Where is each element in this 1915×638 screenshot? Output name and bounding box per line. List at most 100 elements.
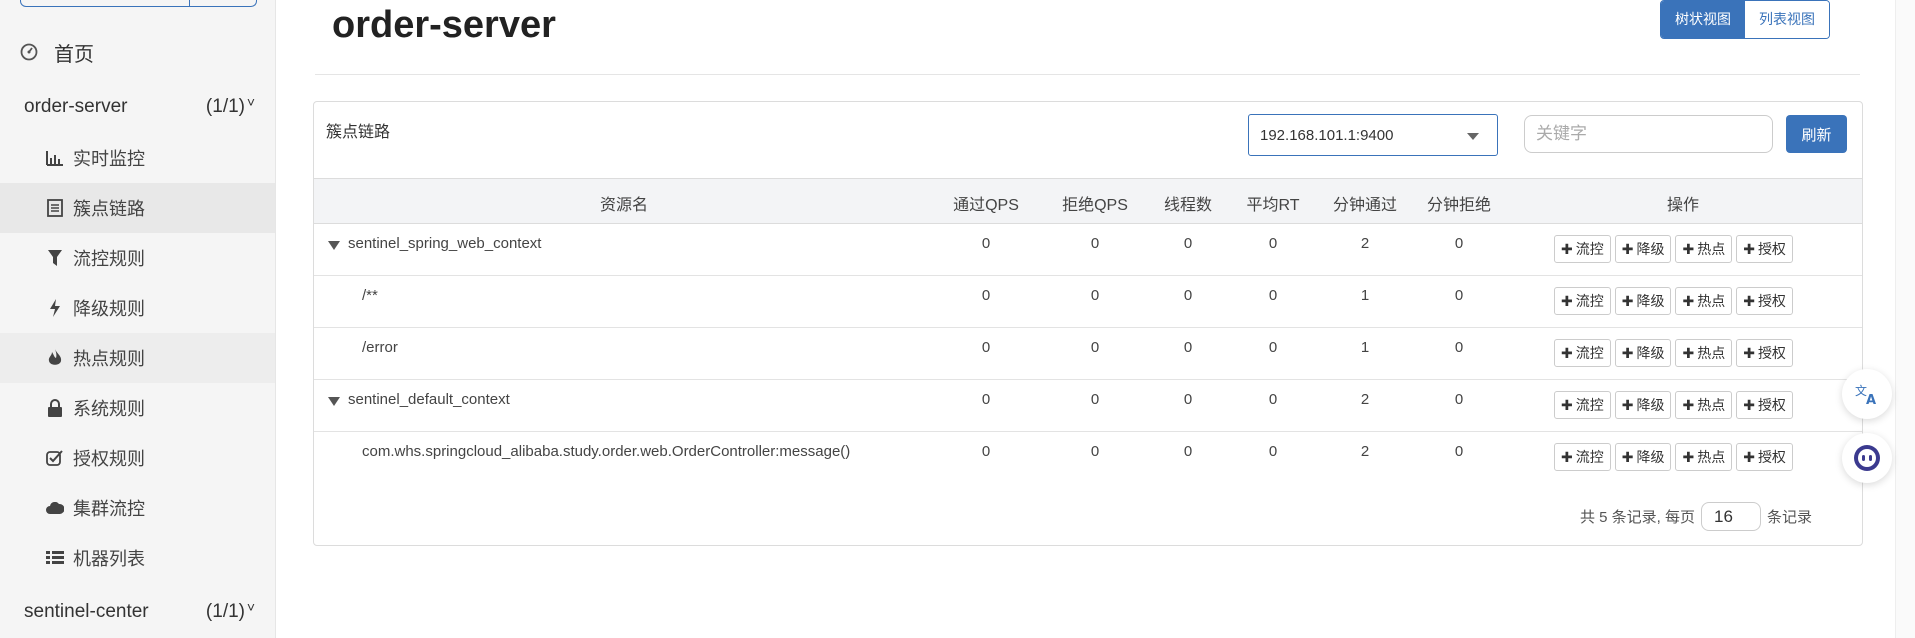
- block-qps: 0: [1090, 235, 1100, 252]
- flow-button[interactable]: ✚ 流控: [1554, 443, 1611, 471]
- hot-button[interactable]: ✚ 热点: [1675, 391, 1733, 419]
- th-list-icon: [46, 549, 64, 567]
- auth-button[interactable]: ✚ 授权: [1736, 235, 1793, 263]
- hot-button[interactable]: ✚ 热点: [1675, 339, 1733, 367]
- pass-qps: 0: [981, 339, 991, 356]
- resource-name: com.whs.springcloud_alibaba.study.order.…: [362, 443, 851, 460]
- plus-icon: ✚: [1682, 396, 1695, 413]
- chevron-down-icon: ˅: [246, 94, 255, 110]
- app-order-server[interactable]: order-server (1/1) ˅: [0, 89, 275, 125]
- flow-button[interactable]: ✚ 流控: [1554, 339, 1611, 367]
- menu-system-rules[interactable]: 系统规则: [0, 383, 275, 433]
- panel-title: 簇点链路: [326, 124, 391, 141]
- min-pass: 1: [1360, 339, 1370, 356]
- auth-label: 授权: [1757, 345, 1786, 361]
- degrade-label: 降级: [1636, 241, 1665, 257]
- flow-button[interactable]: ✚ 流控: [1554, 391, 1611, 419]
- sidebar: 首页 order-server (1/1) ˅ 实时监控 簇点链路 流控规则 降…: [0, 0, 276, 638]
- auth-button[interactable]: ✚ 授权: [1736, 339, 1793, 367]
- flow-label: 流控: [1575, 397, 1604, 413]
- list-view-button[interactable]: 列表视图: [1745, 1, 1829, 38]
- table-header: 资源名 通过QPS 拒绝QPS 线程数 平均RT 分钟通过 分钟拒绝 操作: [314, 178, 1862, 224]
- menu-cluster-flow[interactable]: 集群流控: [0, 483, 275, 533]
- flow-button[interactable]: ✚ 流控: [1554, 235, 1611, 263]
- hot-label: 热点: [1697, 449, 1726, 465]
- degrade-button[interactable]: ✚ 降级: [1614, 235, 1672, 263]
- cloud-icon: [46, 499, 64, 517]
- collapse-arrow-icon[interactable]: [328, 397, 340, 406]
- avg-rt: 0: [1268, 287, 1278, 304]
- min-block: 0: [1454, 339, 1464, 356]
- min-block: 0: [1454, 235, 1464, 252]
- plus-icon: ✚: [1743, 448, 1755, 465]
- plus-icon: ✚: [1682, 344, 1695, 361]
- resource-name: sentinel_default_context: [348, 391, 510, 408]
- table-row: /error 0 0 0 0 1 0 ✚ 流控 ✚ 降级 ✚ 热点 ✚ 授权: [314, 327, 1862, 380]
- col-min-block: 分钟拒绝: [1426, 197, 1492, 214]
- auth-button[interactable]: ✚ 授权: [1736, 443, 1793, 471]
- degrade-button[interactable]: ✚ 降级: [1614, 287, 1672, 315]
- avg-rt: 0: [1268, 391, 1278, 408]
- machine-select[interactable]: 192.168.101.1:9400: [1248, 114, 1498, 156]
- search-divider: [189, 0, 190, 6]
- menu-realtime-monitor[interactable]: 实时监控: [0, 133, 275, 183]
- app-count: (1/1): [205, 96, 245, 117]
- menu-machine-list[interactable]: 机器列表: [0, 533, 275, 583]
- hot-label: 热点: [1697, 345, 1726, 361]
- translate-icon[interactable]: 文A: [1842, 369, 1892, 419]
- plus-icon: ✚: [1621, 448, 1634, 465]
- menu-flow-rules[interactable]: 流控规则: [0, 233, 275, 283]
- threads: 0: [1183, 391, 1193, 408]
- menu-auth-rules[interactable]: 授权规则: [0, 433, 275, 483]
- table-row: sentinel_spring_web_context 0 0 0 0 2 0 …: [314, 223, 1862, 276]
- menu-label: 热点规则: [73, 349, 145, 369]
- nav-home[interactable]: 首页: [0, 36, 275, 68]
- menu-label: 系统规则: [73, 399, 145, 419]
- svg-text:A: A: [1866, 393, 1876, 406]
- chevron-down-icon: ˅: [246, 599, 255, 615]
- refresh-button[interactable]: 刷新: [1786, 115, 1847, 153]
- dashboard-icon: [20, 43, 38, 61]
- auth-button[interactable]: ✚ 授权: [1736, 287, 1793, 315]
- auth-button[interactable]: ✚ 授权: [1736, 391, 1793, 419]
- degrade-button[interactable]: ✚ 降级: [1614, 391, 1672, 419]
- col-min-pass: 分钟通过: [1332, 197, 1398, 214]
- check-icon: [46, 449, 64, 467]
- plus-icon: ✚: [1561, 292, 1573, 309]
- hot-button[interactable]: ✚ 热点: [1675, 235, 1733, 263]
- pager-suffix: 条记录: [1767, 509, 1813, 526]
- lock-icon: [46, 399, 64, 417]
- hot-button[interactable]: ✚ 热点: [1675, 287, 1733, 315]
- menu-label: 实时监控: [73, 149, 145, 169]
- scrollbar-track[interactable]: [1895, 0, 1915, 638]
- app-sentinel-center[interactable]: sentinel-center (1/1) ˅: [0, 594, 275, 630]
- page-size-input[interactable]: 16: [1701, 502, 1762, 531]
- flow-button[interactable]: ✚ 流控: [1554, 287, 1611, 315]
- menu-cluster-link[interactable]: 簇点链路: [0, 183, 275, 233]
- collapse-arrow-icon[interactable]: [328, 241, 340, 250]
- assistant-bot-icon[interactable]: [1842, 433, 1892, 483]
- plus-icon: ✚: [1621, 240, 1634, 257]
- keyword-input[interactable]: [1524, 115, 1773, 153]
- degrade-button[interactable]: ✚ 降级: [1614, 443, 1672, 471]
- degrade-button[interactable]: ✚ 降级: [1614, 339, 1672, 367]
- app-name: sentinel-center: [24, 601, 149, 622]
- min-block: 0: [1454, 287, 1464, 304]
- min-pass: 1: [1360, 287, 1370, 304]
- threads: 0: [1183, 339, 1193, 356]
- plus-icon: ✚: [1682, 448, 1695, 465]
- min-pass: 2: [1360, 443, 1370, 460]
- col-actions: 操作: [1666, 197, 1700, 214]
- menu-label: 簇点链路: [73, 199, 145, 219]
- tree-view-button[interactable]: 树状视图: [1661, 1, 1745, 38]
- menu-degrade-rules[interactable]: 降级规则: [0, 283, 275, 333]
- fire-icon: [46, 349, 64, 367]
- filter-icon: [46, 249, 64, 267]
- menu-hot-rules[interactable]: 热点规则: [0, 333, 275, 383]
- row-actions: ✚ 流控 ✚ 降级 ✚ 热点 ✚ 授权: [1554, 443, 1793, 471]
- hot-button[interactable]: ✚ 热点: [1675, 443, 1733, 471]
- flow-label: 流控: [1575, 241, 1604, 257]
- pager-total: 共 5 条记录, 每页: [1580, 509, 1696, 526]
- plus-icon: ✚: [1682, 240, 1695, 257]
- app-search-box[interactable]: [20, 0, 257, 7]
